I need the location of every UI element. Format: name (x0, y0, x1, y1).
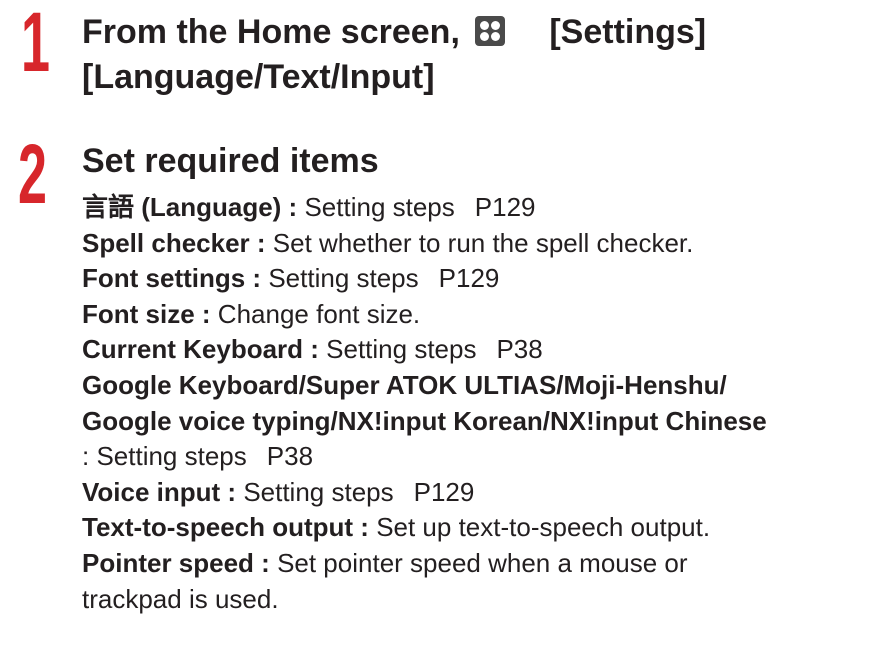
list-item: Spell checker : Set whether to run the s… (82, 227, 694, 258)
step-2-number: 2 (18, 127, 47, 221)
list-item: Voice input : Setting steps P129 (82, 476, 475, 507)
list-item: Google voice typing/NX!input Korean/NX!i… (82, 405, 767, 436)
list-item: 言語 (Language) : Setting steps P129 (82, 192, 536, 222)
list-item: : Setting steps P38 (82, 441, 314, 472)
step-1-number: 1 (21, 0, 50, 89)
list-item: Text-to-speech output : Set up text-to-s… (82, 512, 711, 543)
list-item: Pointer speed : Set pointer speed when a… (82, 547, 688, 578)
language-menu: [Language/Text/Input] (82, 58, 435, 96)
list-item: Font settings : Setting steps P129 (82, 263, 500, 294)
step-1-heading: From the Home screen, [Settings] [Langua… (82, 10, 706, 100)
step-1-lead: From the Home screen, (82, 13, 460, 51)
settings-item-list: 言語 (Language) : Setting steps P129 Spell … (82, 190, 767, 617)
step-2-title: Set required items (82, 142, 379, 180)
list-item: Google Keyboard/Super ATOK ULTIAS/Moji-H… (82, 369, 727, 400)
settings-menu: [Settings] (549, 13, 707, 51)
apps-icon (475, 16, 506, 46)
list-item: Font size : Change font size. (82, 298, 421, 329)
list-item: Current Keyboard : Setting steps P38 (82, 334, 543, 365)
list-item: trackpad is used. (82, 583, 279, 614)
